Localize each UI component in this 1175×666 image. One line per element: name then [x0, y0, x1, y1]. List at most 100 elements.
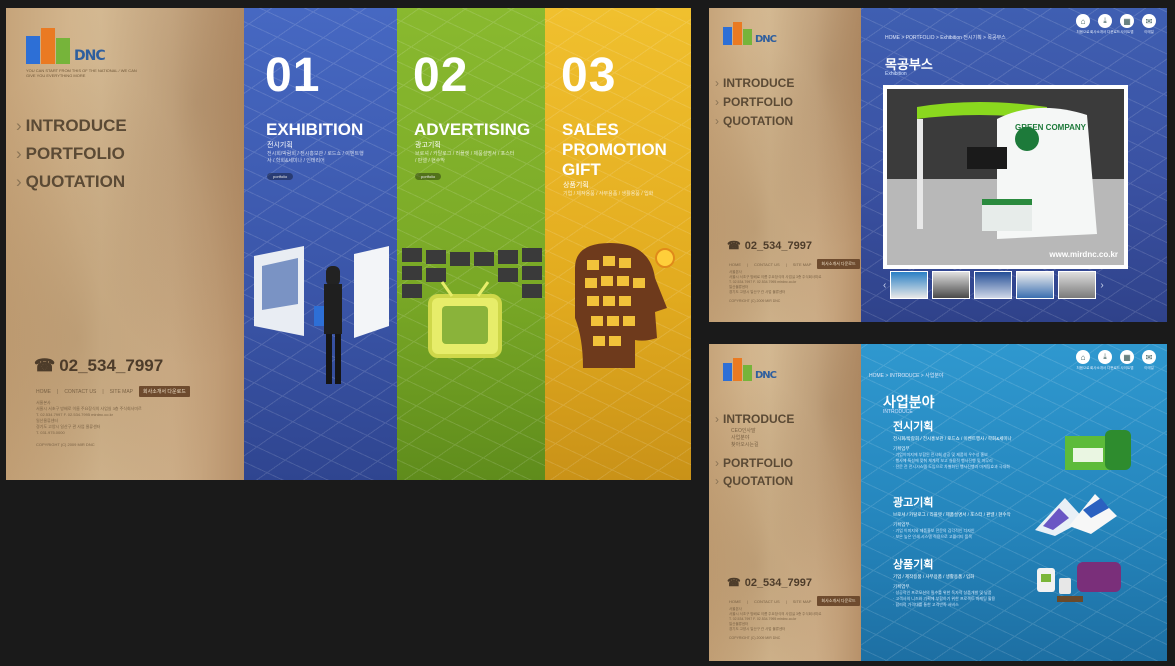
address-line: 경기도 고양시 일산구 관 사업 물류센터	[729, 290, 786, 294]
home-icon: ⌂	[1076, 14, 1090, 28]
nav-quotation[interactable]: › QUOTATION	[715, 472, 794, 490]
nav-label: PORTFOLIO	[723, 95, 793, 109]
logo-text: DNC	[755, 370, 777, 381]
subnav-location[interactable]: 찾아오시는길	[731, 442, 794, 449]
home-button[interactable]: ⌂ 처음으로	[1075, 350, 1091, 371]
column-desc: 기업 / 제작용품 / 사무용품 / 생활용품 / 입화	[563, 191, 654, 197]
chevron-right-icon[interactable]: ›	[1100, 280, 1103, 291]
chevron-left-icon[interactable]: ‹	[883, 280, 886, 291]
icon-label: 이메일	[1144, 30, 1154, 34]
footer-link-home[interactable]: HOME	[729, 262, 741, 267]
footer-link-sitemap[interactable]: SITE MAP	[110, 389, 133, 395]
icon-label: 회사소개서 다운로드	[1090, 30, 1120, 34]
utility-icons: ⌂ 처음으로 ⤓ 회사소개서 다운로드 ▦ 사이트맵 ✉ 이메일	[1075, 14, 1157, 35]
footer-link-home[interactable]: HOME	[729, 599, 741, 604]
thumbnail[interactable]	[932, 271, 971, 299]
sitemap-button[interactable]: ▦ 사이트맵	[1119, 14, 1135, 35]
nav-quotation[interactable]: › QUOTATION	[715, 112, 794, 131]
portfolio-button[interactable]: portfolio	[415, 173, 442, 180]
thumbnail[interactable]	[1016, 271, 1055, 299]
phone-text: 02_534_7997	[744, 239, 812, 252]
sitemap-icon: ▦	[1120, 350, 1134, 364]
side-nav: › INTRODUCE CEO인사말 사업분야 찾아오시는길 › PORTFOLIO…	[715, 410, 794, 490]
footer-link-sitemap[interactable]: SITE MAP	[793, 262, 812, 267]
address: 서울본사 서울시 서초구 방배로 이름 주요장식의 사업실 3층 주식회사미르 …	[36, 400, 206, 448]
column-sales-promotion[interactable]: 03 SALES PROMOTION GIFT 상품기획 기업 / 제작용품 /…	[545, 8, 691, 480]
nav-label: QUOTATION	[723, 114, 794, 128]
thumbnail[interactable]	[974, 271, 1013, 299]
side-nav: › INTRODUCE › PORTFOLIO › QUOTATION	[715, 74, 794, 131]
thumbnail[interactable]	[1058, 271, 1097, 299]
nav-label: INTRODUCE	[723, 76, 795, 90]
footer-link-contact[interactable]: CONTACT US	[64, 389, 96, 395]
logo-text: DNC	[74, 48, 106, 64]
section-heading: 상품기획	[893, 559, 934, 571]
column-advertising[interactable]: 02 ADVERTISING 광고기획 브로셔 / 카탈로그 / 리플렛 / 제…	[397, 8, 545, 480]
column-title: SALES PROMOTION GIFT	[562, 120, 667, 179]
download-brochure-button[interactable]: 회사소개서 다운로드	[139, 386, 190, 397]
portfolio-button[interactable]: portfolio	[267, 173, 294, 180]
copyright: COPYRIGHT (C) 2009 MIR DNC	[36, 442, 95, 447]
home-button[interactable]: ⌂ 처음으로	[1075, 14, 1091, 35]
subnav-business[interactable]: 사업분야	[731, 435, 794, 442]
footer-link-contact[interactable]: CONTACT US	[754, 599, 780, 604]
sitemap-button[interactable]: ▦ 사이트맵	[1119, 350, 1135, 371]
download-button[interactable]: ⤓ 회사소개서 다운로드	[1090, 350, 1120, 371]
column-kor: 상품기획	[563, 182, 589, 189]
column-kor: 광고기획	[415, 142, 441, 149]
portfolio-panel: DNC › INTRODUCE › PORTFOLIO › QUOTATION ☎ 02…	[709, 8, 1167, 322]
booth-sign: GREEN COMPANY	[1015, 123, 1086, 132]
chevron-right-icon: ›	[16, 144, 22, 163]
footer-link-sitemap[interactable]: SITE MAP	[793, 599, 812, 604]
download-button[interactable]: ⤓ 회사소개서 다운로드	[1090, 14, 1120, 35]
exhibition-booth-image	[1065, 430, 1131, 470]
thumbnail[interactable]	[890, 271, 929, 299]
phone-text: 02_534_7997	[59, 356, 164, 375]
phone-number: ☎ 02_534_7997	[34, 356, 163, 376]
address-line: T. 031.975.0000	[36, 430, 65, 435]
nav-portfolio[interactable]: › PORTFOLIO	[715, 454, 794, 472]
nav-introduce[interactable]: › INTRODUCE	[715, 74, 794, 93]
mail-button[interactable]: ✉ 이메일	[1141, 14, 1157, 35]
column-exhibition[interactable]: 01 EXHIBITION 전시기획 전시회/박람회 / 전시홍보관 / 로드쇼…	[239, 8, 397, 480]
chevron-right-icon: ›	[715, 412, 719, 426]
nav-portfolio[interactable]: › PORTFOLIO	[16, 140, 127, 168]
mail-button[interactable]: ✉ 이메일	[1141, 350, 1157, 371]
section-bullet: · 전문 전 전시시스템 도입으로 차별화된 행사진행과 마케팅효과 극대화	[893, 464, 1010, 469]
chevron-right-icon: ›	[715, 474, 719, 488]
nav-label: INTRODUCE	[723, 412, 795, 426]
chevron-right-icon: ›	[715, 95, 719, 109]
nav-introduce[interactable]: › INTRODUCE	[16, 112, 127, 140]
logo[interactable]: DNC	[26, 28, 106, 64]
logo[interactable]: DNC	[723, 22, 777, 45]
subnav-ceo[interactable]: CEO인사말	[731, 428, 794, 435]
tagline: YOU CAN START FROM THIS OF THE NATIONAL …	[26, 68, 137, 78]
column-title: EXHIBITION	[266, 120, 364, 139]
nav-quotation[interactable]: › QUOTATION	[16, 168, 127, 196]
business-panel: DNC › INTRODUCE CEO인사말 사업분야 찾아오시는길 › PORTF…	[709, 344, 1167, 661]
download-brochure-button[interactable]: 회사소개서 다운로드	[817, 259, 860, 269]
introduce-subnav: CEO인사말 사업분야 찾아오시는길	[731, 428, 794, 449]
chevron-right-icon: ›	[16, 116, 22, 135]
download-brochure-button[interactable]: 회사소개서 다운로드	[817, 596, 860, 606]
address: 서울본사 서울시 서초구 방배로 이름 주요장식의 사업실 3층 주식회사미르 …	[729, 607, 844, 641]
icon-label: 처음으로	[1076, 366, 1090, 370]
footer-link-contact[interactable]: CONTACT US	[754, 262, 780, 267]
page-subtitle: INTRODUCE	[883, 409, 913, 415]
nav-label: PORTFOLIO	[25, 144, 125, 163]
logo[interactable]: DNC	[723, 358, 777, 381]
section-bullet: · 보은 높은 인쇄 시스템 적용으로 고퀄리티 품목	[893, 534, 973, 539]
section-heading: 전시기획	[893, 421, 934, 433]
exhibition-illustration	[254, 246, 389, 384]
footer-link-home[interactable]: HOME	[36, 389, 51, 395]
portfolio-photo[interactable]: GREEN COMPANY www.mirdnc.co.kr	[883, 85, 1128, 269]
column-title: ADVERTISING	[414, 120, 531, 139]
section-categories: 전시회/박람회 / 전시홍보관 / 로드쇼 / 이벤트행사 / 학회&세미나	[893, 436, 1012, 441]
download-icon: ⤓	[1098, 14, 1112, 28]
breadcrumb: HOME > INTRODUCE > 사업분야	[869, 373, 944, 379]
nav-portfolio[interactable]: › PORTFOLIO	[715, 93, 794, 112]
main-home-panel: 01 EXHIBITION 전시기획 전시회/박람회 / 전시홍보관 / 로드쇼…	[6, 8, 691, 480]
utility-icons: ⌂ 처음으로 ⤓ 회사소개서 다운로드 ▦ 사이트맵 ✉ 이메일	[1075, 350, 1157, 371]
logo-text: DNC	[755, 34, 777, 45]
nav-introduce[interactable]: › INTRODUCE	[715, 410, 794, 428]
